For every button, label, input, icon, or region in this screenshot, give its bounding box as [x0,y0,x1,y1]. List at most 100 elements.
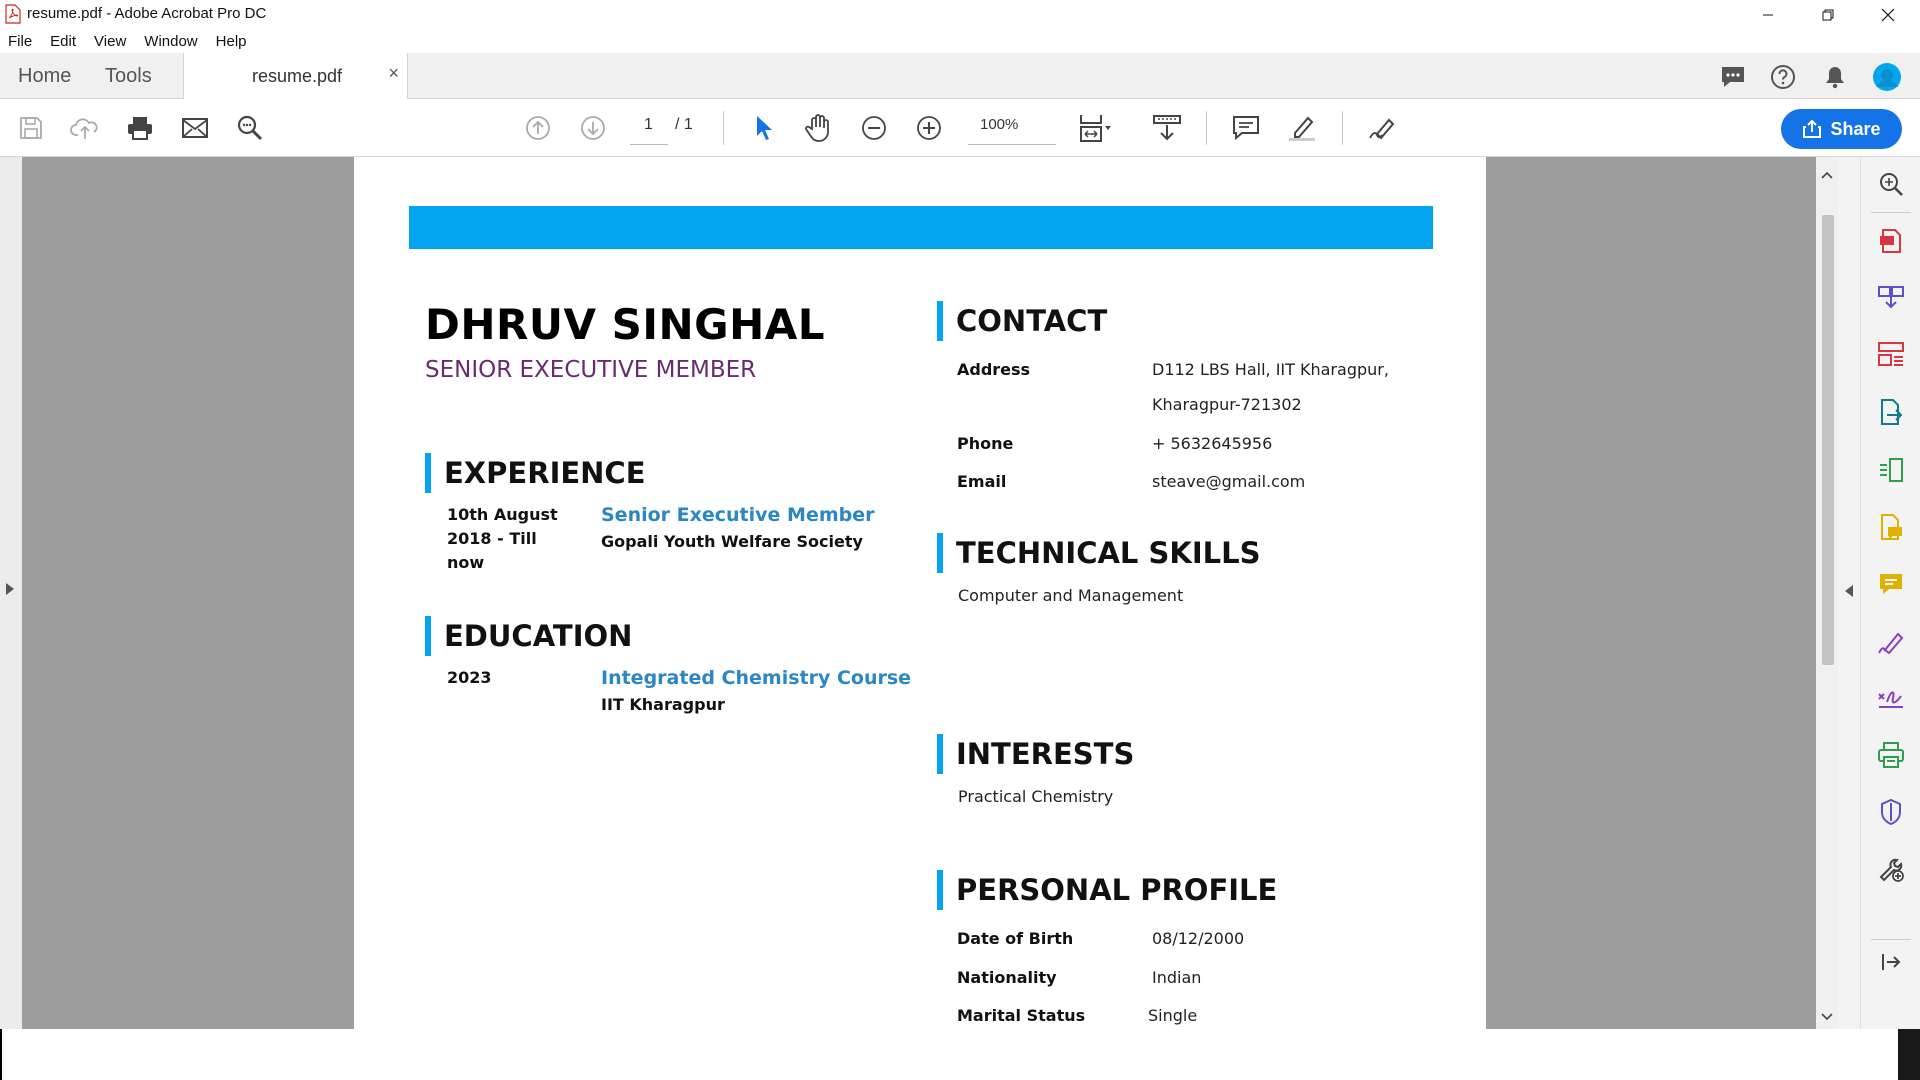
notifications-bell-icon[interactable] [1820,62,1850,92]
zoom-out-icon[interactable] [857,111,891,145]
scroll-down-icon[interactable] [1821,1013,1833,1021]
toolbar-divider [723,111,724,145]
account-avatar[interactable] [1872,62,1902,92]
phone-label: Phone [957,434,1014,453]
restore-button[interactable] [1800,0,1856,29]
comments-icon[interactable] [1718,62,1748,92]
scrollbar-thumb[interactable] [1822,215,1834,665]
marital-label: Marital Status [957,1006,1086,1025]
menu-help[interactable]: Help [216,33,247,50]
share-button[interactable]: Share [1781,109,1902,149]
fit-page-icon[interactable] [1078,111,1112,145]
tab-document[interactable]: resume.pdf × [183,53,408,100]
close-tab-icon[interactable]: × [388,63,399,84]
protect-shield-icon[interactable] [1876,797,1906,827]
title-bar: resume.pdf - Adobe Acrobat Pro DC [0,0,1920,29]
education-year: 2023 [447,668,492,687]
menu-view[interactable]: View [94,33,126,50]
comment-doc-icon[interactable] [1876,512,1906,542]
previous-page-icon[interactable] [521,111,555,145]
marital-value: Single [1148,1006,1198,1025]
save-icon[interactable] [14,111,48,145]
window-title: resume.pdf - Adobe Acrobat Pro DC [27,5,267,22]
combine-files-icon[interactable] [1876,282,1906,312]
add-comment-icon[interactable] [1229,111,1263,145]
comment-icon[interactable] [1876,569,1906,599]
address-label: Address [957,360,1031,379]
search-zoom-icon[interactable] [233,111,267,145]
resume-title: SENIOR EXECUTIVE MEMBER [425,357,757,383]
request-signature-icon[interactable] [1876,682,1906,712]
zoom-underline [968,144,1056,145]
experience-org: Gopali Youth Welfare Society [601,532,863,551]
menu-edit[interactable]: Edit [50,33,76,50]
zoom-in-icon[interactable] [912,111,946,145]
tab-tools[interactable]: Tools [105,65,152,88]
expand-left-panel-icon[interactable] [6,583,14,595]
tab-document-label: resume.pdf [252,66,343,86]
phone-value: + 5632645956 [1152,434,1273,453]
menu-window[interactable]: Window [144,33,197,50]
select-cursor-icon[interactable] [747,111,781,145]
experience-date-3: now [447,553,485,572]
collapse-right-panel-icon[interactable] [1845,585,1853,597]
header-banner [409,206,1433,249]
resume-name: DHRUV SINGHAL [425,300,826,349]
edit-pdf-icon[interactable] [1876,455,1906,485]
address-line-1: D112 LBS Hall, IIT Kharagpur, [1152,360,1389,379]
page-total-label: / 1 [675,116,693,133]
close-window-button[interactable] [1860,0,1916,29]
hand-tool-icon[interactable] [802,111,836,145]
dob-label: Date of Birth [957,929,1074,948]
page-number-input[interactable]: 1 [644,116,653,134]
skills-text: Computer and Management [958,586,1184,605]
tools-pane [1860,157,1920,1029]
bottom-strip [0,1029,1920,1080]
more-tools-icon[interactable] [1876,854,1906,884]
email-icon[interactable] [178,111,212,145]
nationality-label: Nationality [957,968,1057,987]
experience-role: Senior Executive Member [601,504,875,526]
help-icon[interactable] [1768,62,1798,92]
education-institute: IIT Kharagpur [601,695,725,714]
email-label: Email [957,472,1007,491]
toolbar-divider [1342,111,1343,145]
share-label: Share [1830,118,1881,139]
organize-pages-icon[interactable] [1876,339,1906,369]
toolbar: 1 / 1 100% Share [0,99,1920,236]
tab-home[interactable]: Home [18,65,71,88]
share-icon [1803,120,1822,138]
fill-sign-icon[interactable] [1365,111,1399,145]
edge-marker [1898,1029,1920,1080]
create-pdf-icon[interactable] [1876,225,1906,255]
search-tool-icon[interactable] [1876,169,1906,199]
acrobat-file-icon [5,4,21,24]
next-page-icon[interactable] [576,111,610,145]
scroll-mode-icon[interactable] [1150,111,1184,145]
experience-date-2: 2018 - Till [447,529,537,548]
fill-and-sign-icon[interactable] [1876,627,1906,657]
profile-heading: PERSONAL PROFILE [937,870,1277,910]
scroll-up-icon[interactable] [1821,171,1833,179]
export-pdf-icon[interactable] [1876,397,1906,427]
highlight-pen-icon[interactable] [1285,111,1319,145]
education-course: Integrated Chemistry Course [601,667,912,689]
tab-bar: Home Tools resume.pdf × [0,53,1920,100]
menu-bar: File Edit View Window Help [0,29,1920,53]
menu-file[interactable]: File [8,33,32,50]
nationality-value: Indian [1152,968,1202,987]
print-production-icon[interactable] [1876,740,1906,770]
print-icon[interactable] [123,111,157,145]
upload-cloud-icon[interactable] [68,111,102,145]
left-panel-toggle[interactable] [0,157,22,1029]
contact-heading: CONTACT [937,301,1107,341]
collapse-tools-pane-icon[interactable] [1876,947,1906,977]
experience-heading: EXPERIENCE [425,453,646,493]
education-heading: EDUCATION [425,616,632,656]
right-panel-toggle[interactable] [1838,157,1860,1029]
zoom-level[interactable]: 100% [980,116,1018,133]
minimize-button[interactable] [1740,0,1796,29]
address-line-2: Kharagpur-721302 [1152,395,1302,414]
email-value: steave@gmail.com [1152,472,1306,491]
skills-heading: TECHNICAL SKILLS [937,533,1261,573]
